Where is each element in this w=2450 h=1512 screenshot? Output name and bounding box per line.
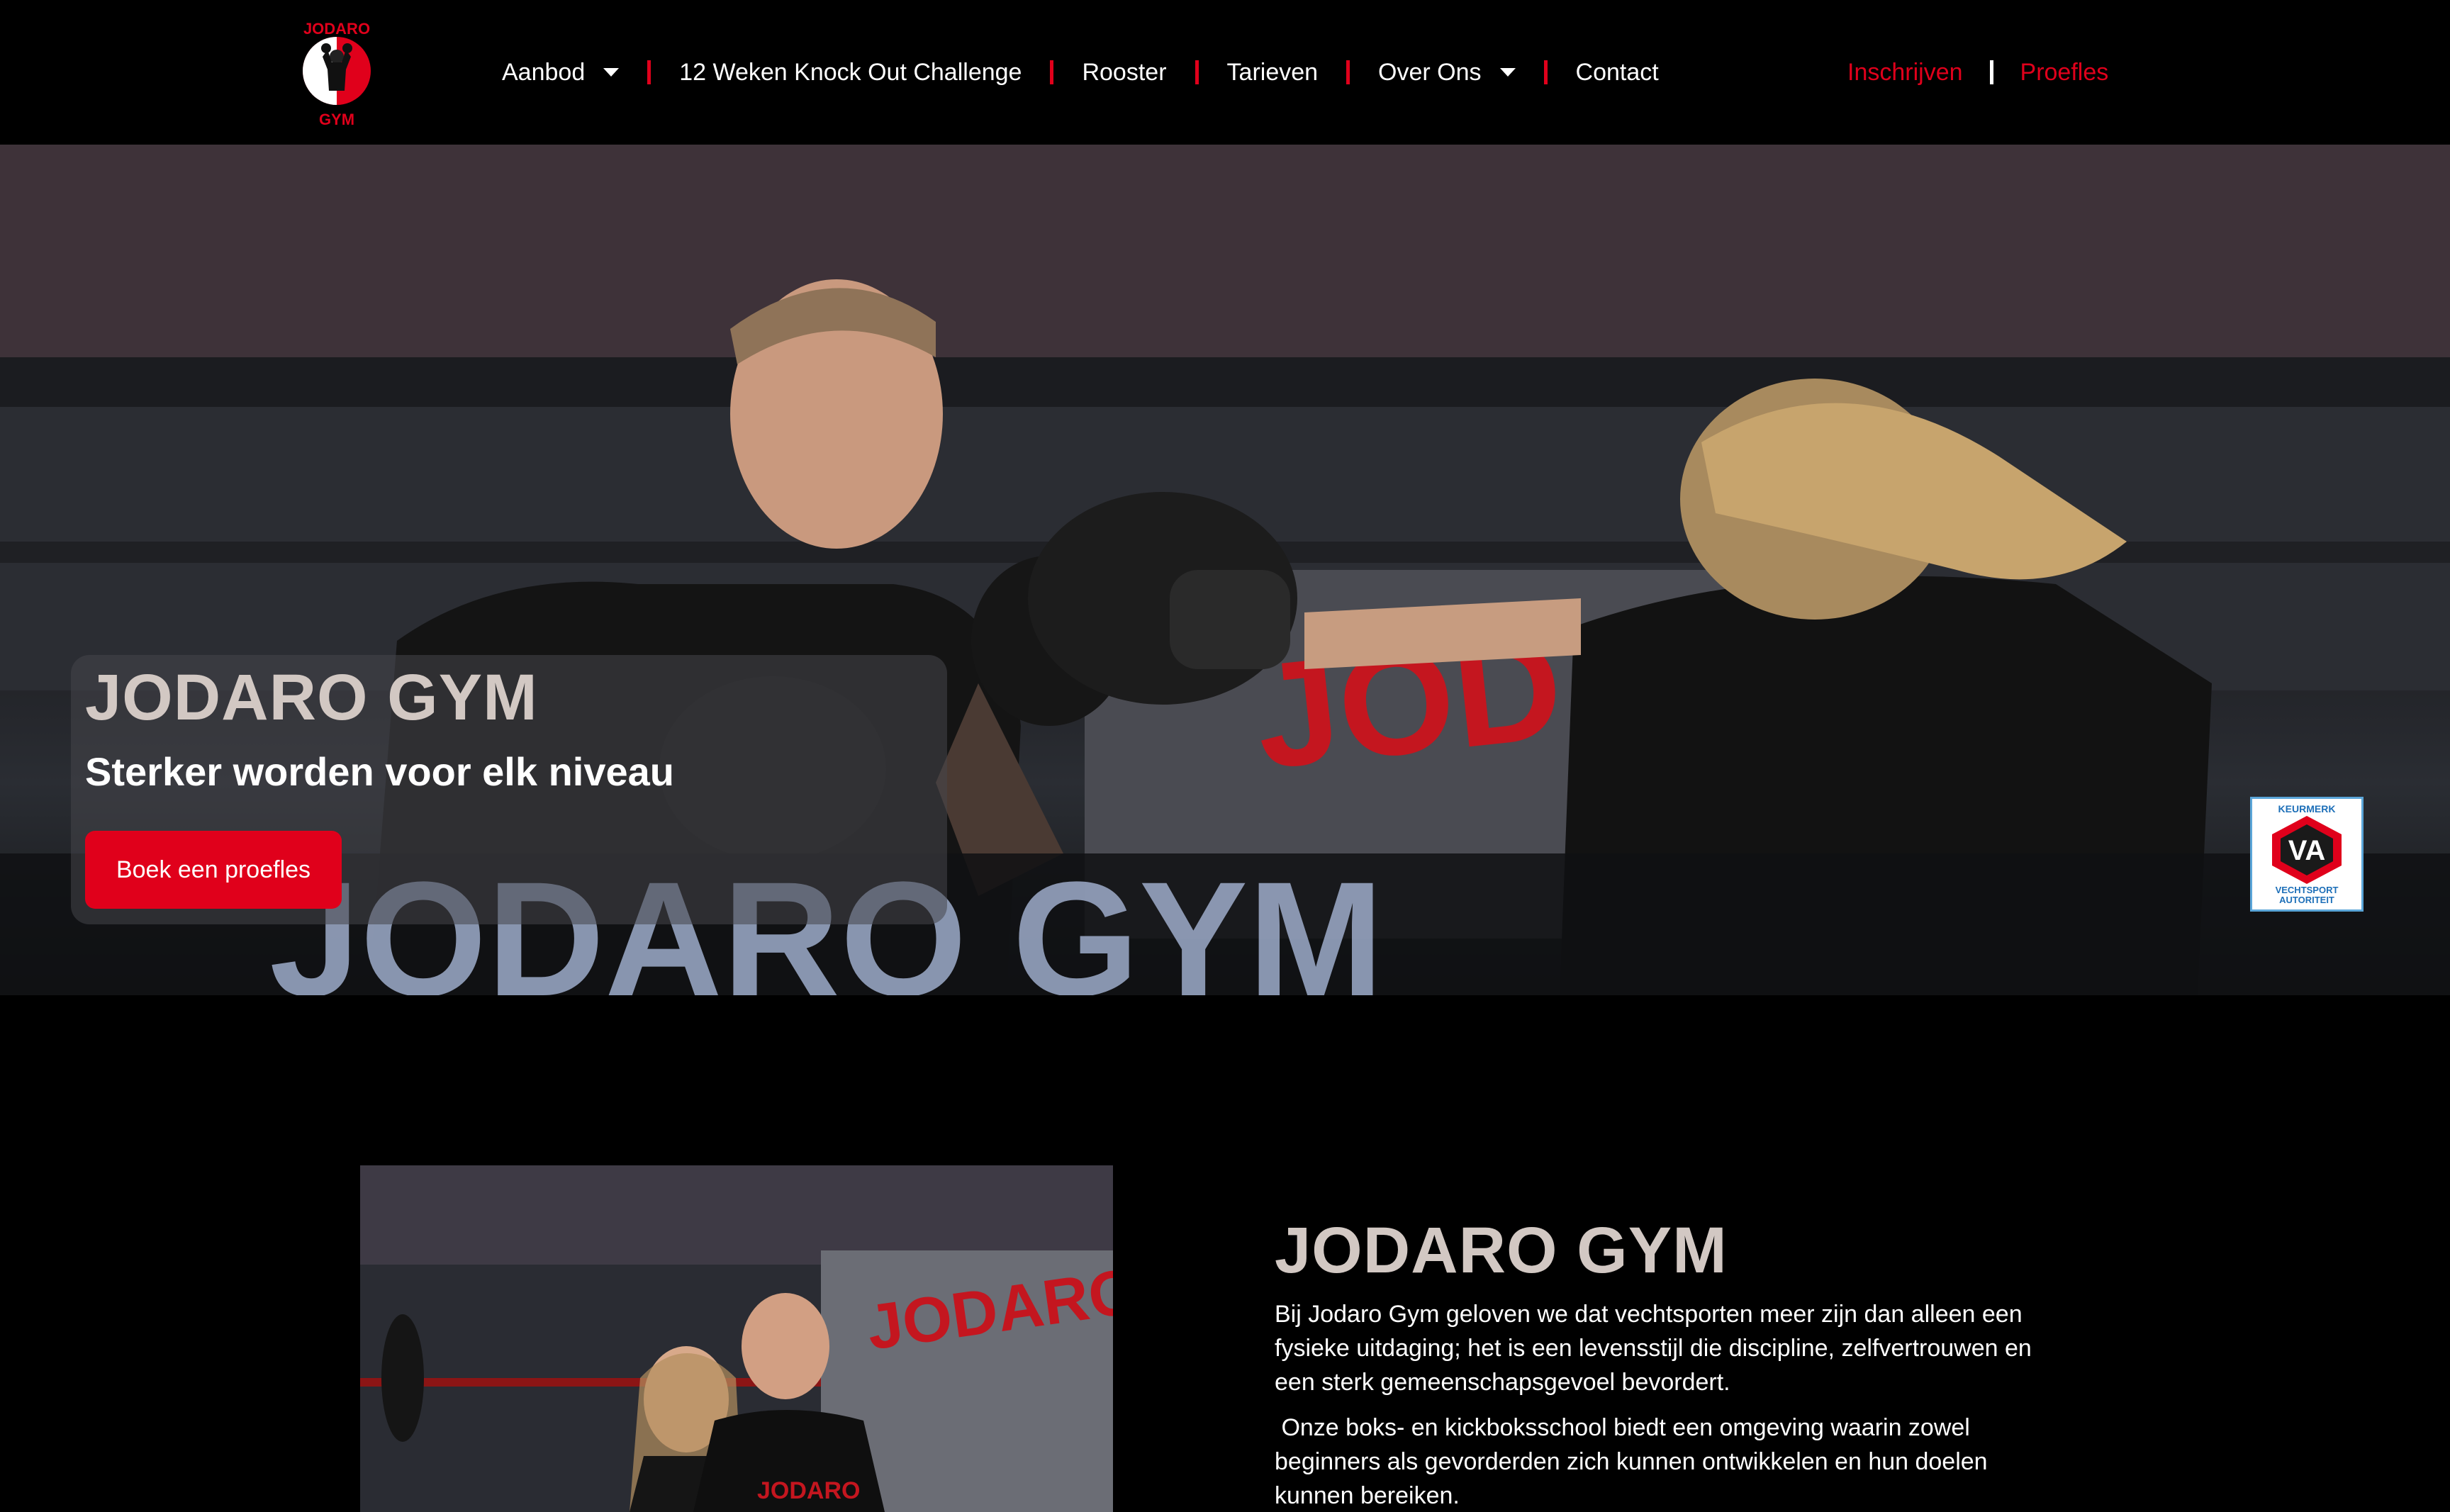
nav-item-contact[interactable]: Contact <box>1576 59 1659 86</box>
nav-item-over-ons[interactable]: Over Ons <box>1378 58 1516 86</box>
about-text: Bij Jodaro Gym geloven we dat vechtsport… <box>1275 1297 2054 1512</box>
nav-item-label: 12 Weken Knock Out Challenge <box>679 58 1022 86</box>
nav-item-label: Tarieven <box>1226 58 1319 86</box>
nav-item-rooster[interactable]: Rooster <box>1082 59 1166 86</box>
badge-mark: VA <box>2288 835 2326 866</box>
about-paragraph: Onze boks- en kickboksschool biedt een o… <box>1275 1414 1995 1509</box>
nav-item-knock-out-challenge[interactable]: 12 Weken Knock Out Challenge <box>679 59 1022 86</box>
about-shirt-text: JODARO <box>757 1477 860 1504</box>
badge-bottom-line-1: VECHTSPORT <box>2275 885 2339 895</box>
nav-divider <box>1050 60 1054 84</box>
nav-item-label: Aanbod <box>502 58 586 86</box>
jodaro-gym-logo[interactable]: JODARO GYM <box>298 13 376 130</box>
site-header: JODARO GYM Aanbod 12 Weken Knock Out Cha… <box>0 0 2450 145</box>
about-paragraph: Bij Jodaro Gym geloven we dat vechtsport… <box>1275 1301 2032 1396</box>
nav-divider <box>1195 60 1199 84</box>
nav-item-label: Rooster <box>1082 58 1167 86</box>
inschrijven-link[interactable]: Inschrijven <box>1847 59 1963 86</box>
vechtsport-autoriteit-badge[interactable]: KEURMERK VA VECHTSPORT AUTORITEIT <box>2250 797 2364 912</box>
about-photo-owners: JODARO JODARO <box>360 1165 1113 1512</box>
logo-top-text: JODARO <box>303 20 370 38</box>
badge-top-label: KEURMERK <box>2278 803 2336 814</box>
about-title: JODARO GYM <box>1275 1214 1728 1287</box>
caret-down-icon <box>1499 68 1516 77</box>
nav-divider <box>1543 60 1548 84</box>
caret-down-icon <box>603 68 620 77</box>
va-shield-icon: VA <box>2272 816 2342 884</box>
nav-item-label: Contact <box>1575 58 1659 86</box>
book-trial-button[interactable]: Boek een proefles <box>85 831 342 909</box>
badge-bottom-line-2: AUTORITEIT <box>2279 895 2334 905</box>
hero-title: JODARO GYM <box>85 661 538 734</box>
badge-bottom-label: VECHTSPORT AUTORITEIT <box>2276 885 2339 905</box>
header-cta-links: Inschrijven Proefles <box>1847 50 2108 95</box>
nav-divider <box>1346 60 1350 84</box>
about-photo-illustration: JODARO JODARO <box>360 1165 1113 1512</box>
logo-bottom-text: GYM <box>319 111 354 128</box>
hero-subtitle: Sterker worden voor elk niveau <box>85 749 674 794</box>
hero-section: JODARO JODARO GYM JODARO GYM Sterker wor… <box>0 145 2450 995</box>
nav-item-tarieven[interactable]: Tarieven <box>1227 59 1319 86</box>
nav-item-aanbod[interactable]: Aanbod <box>502 58 620 86</box>
proefles-link[interactable]: Proefles <box>2020 59 2109 86</box>
main-nav: Aanbod 12 Weken Knock Out Challenge Roos… <box>502 50 1659 95</box>
cta-divider <box>1989 60 1993 84</box>
nav-divider <box>647 60 651 84</box>
nav-item-label: Over Ons <box>1378 58 1482 86</box>
